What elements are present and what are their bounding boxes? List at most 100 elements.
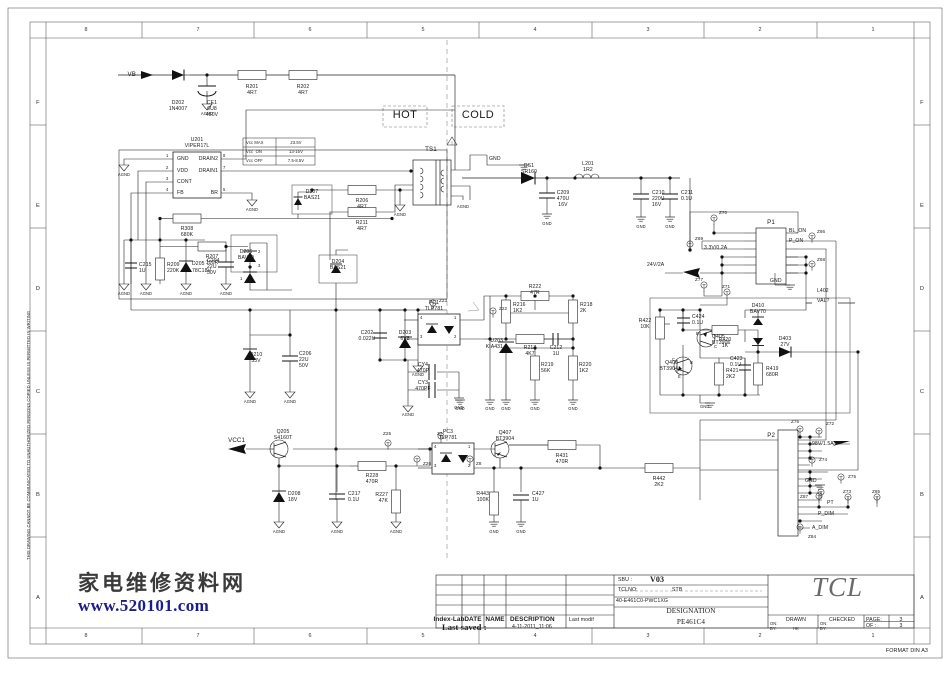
column-number-8-bottom: 8 (84, 633, 88, 639)
pin-name-gnd: GND (177, 156, 189, 162)
vcc-table-row2-name: Vcc OFF (246, 158, 263, 163)
testpoint-z74[interactable]: Z74 (819, 457, 827, 463)
hot-zone-label: HOT (392, 109, 418, 121)
component-r216-value: 1K2 (513, 308, 523, 314)
column-number-3-bottom: 3 (646, 633, 650, 639)
testpoint-z8[interactable]: Z8 (476, 461, 482, 467)
component-d203-value: 6V8 (400, 336, 410, 342)
cold-zone-label: COLD (461, 109, 495, 121)
component-r217-value: 4K7 (525, 351, 535, 357)
column-number-2-bottom: 2 (758, 633, 762, 639)
component-d205: D205 (192, 261, 205, 267)
column-number-2: 2 (758, 27, 762, 33)
gnd-label-r220: GND (568, 406, 578, 411)
net-label-a-dim: A_DIM (812, 525, 829, 531)
component-c424-value: 0.1U (692, 320, 704, 326)
testpoint-z7[interactable]: Z7 (437, 431, 443, 437)
drawn-by-label: BY: (770, 626, 777, 631)
pc1-pin-2: 2 (454, 334, 457, 339)
testpoint-z73[interactable]: Z73 (843, 489, 851, 495)
component-d207-value: BAS21 (303, 195, 321, 201)
net-label-vcc1: VCC1 (228, 437, 245, 444)
testpoint-z71[interactable]: Z71 (722, 284, 730, 290)
rev-header-name: NAME (485, 616, 505, 623)
net-label-3v3: 3.3V/0.2A (704, 245, 728, 251)
of-label: OF : (866, 623, 877, 629)
component-l201-value: 1R2 (583, 167, 593, 173)
component-r202-value: 4R7 (298, 90, 308, 96)
ic-u201-part: VIPER17L (184, 143, 210, 149)
component-q406-value: BT3904 (659, 366, 678, 372)
gnd-label-u203-k: GND (485, 406, 495, 411)
designation-value: PE461C4 (676, 618, 706, 626)
component-r211-value: 4R7 (357, 226, 367, 232)
svg-text:!: ! (451, 141, 452, 146)
component-c206-value: 22U 50V (299, 357, 309, 370)
pc1-pin-4: 4 (420, 315, 423, 320)
of-value: 3 (899, 623, 903, 629)
testpoint-z26[interactable]: Z26 (423, 461, 431, 467)
pin-name-cont: CONT (177, 179, 192, 185)
pc3-pin-3: 3 (434, 463, 437, 468)
pin-number-8: 8 (223, 153, 226, 158)
testpoint-z76[interactable]: Z75 (848, 474, 856, 480)
row-letter-C: C (35, 389, 41, 395)
component-c427-value: 1U (532, 497, 539, 503)
gnd-label-d205: AGND (179, 291, 193, 296)
column-number-5: 5 (421, 27, 425, 33)
net-label-bl-on: BL_ON (789, 228, 807, 234)
testpoint-z75[interactable]: Z76 (791, 419, 799, 425)
testpoint-z25[interactable]: Z25 (383, 431, 391, 437)
rev-header-last-modif: Last modif (569, 617, 594, 623)
vcc-table-row2-value: 7.5-8.5V (287, 158, 305, 163)
testpoint-z85[interactable]: Z87 (800, 494, 808, 500)
testpoint-z72[interactable]: Z72 (826, 421, 834, 427)
testpoint-z69[interactable]: Z69 (695, 236, 703, 242)
testpoint-z77[interactable]: Z77 (695, 277, 703, 283)
pin-number-3: 3 (166, 176, 169, 181)
confidentiality-notice: THIS DRAWING CANNOT BE COMMUNICATED TO U… (26, 310, 31, 560)
column-number-5-bottom: 5 (421, 633, 425, 639)
gnd-label-r209: AGND (139, 291, 153, 296)
column-number-6: 6 (308, 27, 312, 33)
column-number-6-bottom: 6 (308, 633, 312, 639)
format-note: FORMAT DIN A3 (885, 648, 928, 654)
q406-pin-e: E (678, 374, 681, 379)
gnd-label-p2: GND (805, 478, 817, 484)
row-letter-C-right: C (919, 389, 925, 395)
watermark-cn: 家电维修资料网 (78, 571, 246, 595)
testpoint-z87[interactable]: Z85 (872, 489, 880, 495)
testpoint-z68[interactable]: Z68 (817, 257, 825, 263)
net-label-pt: PT (827, 500, 834, 506)
testpoint-z23[interactable]: Z23 (439, 298, 447, 304)
component-r222-value: 47R (530, 290, 540, 296)
schematic-sheet: ! 8 7 6 5 4 3 2 1 8 7 6 5 4 3 2 1 F E D … (0, 0, 950, 673)
testpoint-z84[interactable]: Z84 (808, 534, 816, 540)
vcc-table-row0-name: Vcc MAX (246, 140, 264, 145)
row-letter-B: B (36, 492, 40, 498)
checked-by-label: BY: (820, 626, 827, 631)
column-number-7: 7 (196, 27, 200, 33)
gnd-label-c427: GND (516, 529, 526, 534)
component-cy4-value: 470P (416, 368, 430, 374)
last-saved-value: 4-11-2011_11:06 (512, 624, 552, 630)
watermark-url: www.520101.com (78, 596, 210, 615)
ic-pc1-part: TLP781 (424, 306, 444, 312)
column-number-1-bottom: 1 (871, 633, 875, 639)
testpoint-z22[interactable]: Z22 (499, 306, 507, 312)
gnd-label-p1: GND (770, 278, 782, 284)
q405-pin-b: B (696, 331, 699, 336)
pc1-pin-1: 1 (454, 315, 457, 320)
gnd-label-d210: AGND (243, 399, 257, 404)
testpoint-z70[interactable]: Z70 (719, 210, 727, 216)
gnd-label-c206: AGND (283, 399, 297, 404)
testpoint-z66[interactable]: Z66 (817, 229, 825, 235)
component-r422-value: 10K (640, 324, 650, 330)
pin-number-4: 4 (166, 187, 169, 192)
component-c217-value: 0.1U (348, 497, 360, 503)
pin-number-1: 1 (166, 153, 169, 158)
q406-pin-b: B (690, 360, 693, 365)
net-label-vb: VB (127, 71, 136, 78)
d206-pin-2: 2 (258, 249, 261, 254)
component-ds1-value: SR160 (520, 169, 538, 175)
